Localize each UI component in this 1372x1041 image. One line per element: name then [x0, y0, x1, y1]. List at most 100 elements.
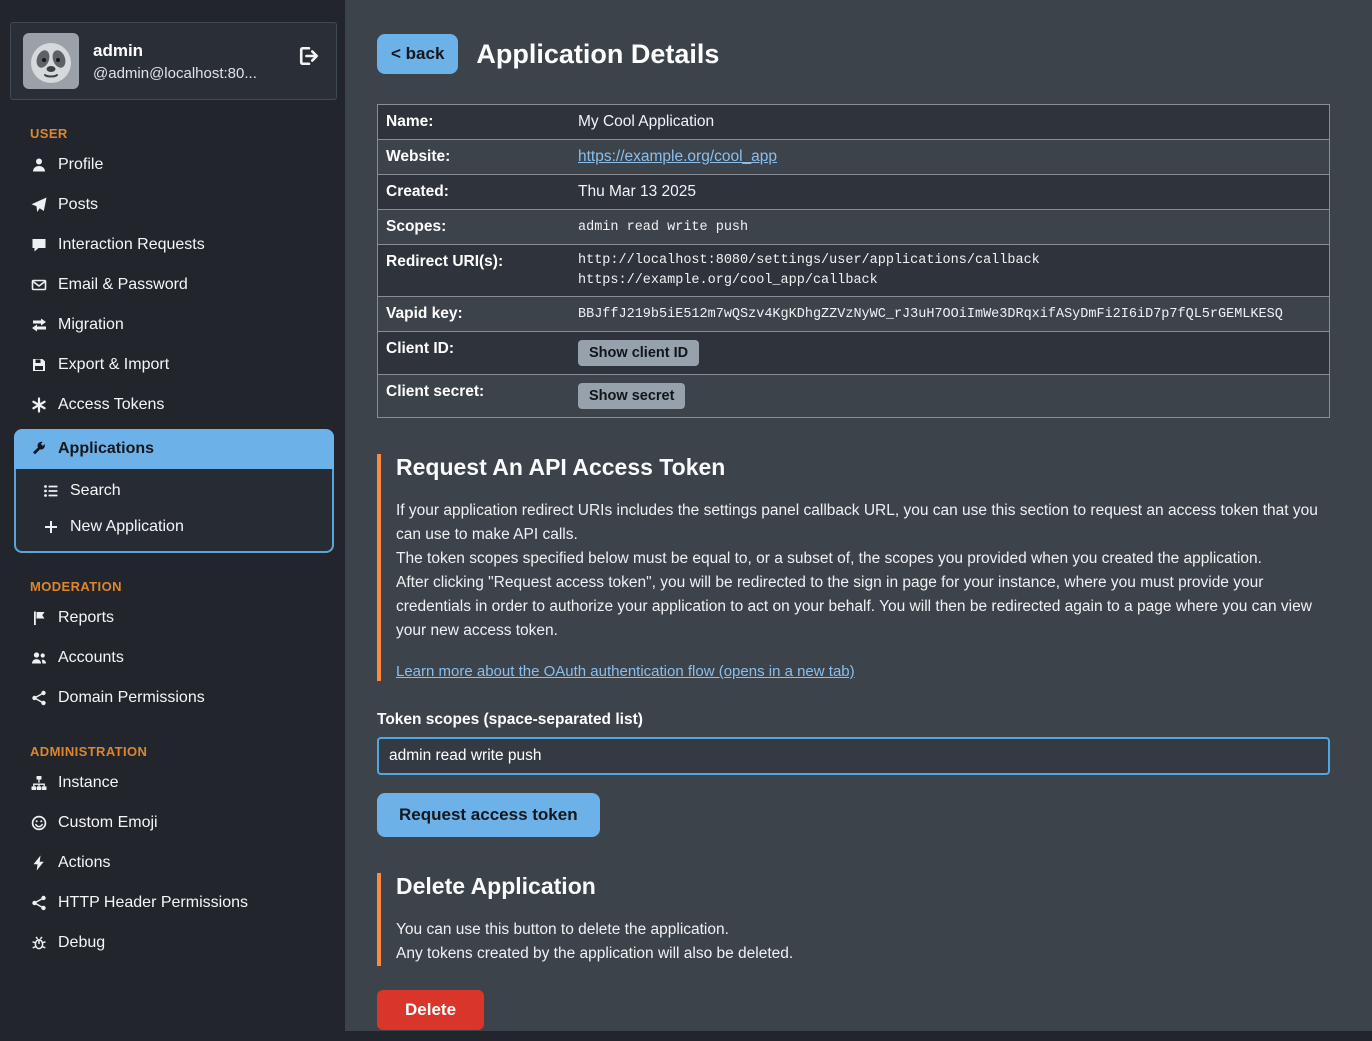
applications-group: Applications Search New Application — [14, 429, 334, 553]
sidebar-item-http-header-permissions[interactable]: HTTP Header Permissions — [0, 883, 345, 923]
sidebar-item-label: Email & Password — [58, 276, 188, 294]
reports-icon — [30, 610, 48, 626]
sidebar-item-custom-emoji[interactable]: Custom Emoji — [0, 803, 345, 843]
token-section-title: Request An API Access Token — [396, 454, 1330, 481]
oauth-docs-link[interactable]: Learn more about the OAuth authenticatio… — [396, 663, 855, 680]
field-label: Website: — [378, 140, 568, 174]
profile-icon — [30, 157, 48, 173]
user-card: admin @admin@localhost:80... — [10, 22, 337, 100]
back-button[interactable]: < back — [377, 34, 458, 74]
sidebar-item-label: Access Tokens — [58, 396, 164, 414]
accounts-icon — [30, 650, 48, 666]
token-section-paragraph: If your application redirect URIs includ… — [396, 499, 1330, 547]
sidebar-item-label: Reports — [58, 609, 114, 627]
field-value: BBJffJ219b5iE512m7wQSzv4KgKDhgZZVzNyWC_r… — [568, 297, 1293, 331]
delete-button[interactable]: Delete — [377, 990, 484, 1030]
sidebar-item-instance[interactable]: Instance — [0, 763, 345, 803]
delete-section-title: Delete Application — [396, 873, 1330, 900]
field-value: Thu Mar 13 2025 — [568, 175, 706, 209]
token-section-paragraph: The token scopes specified below must be… — [396, 547, 1330, 571]
delete-section-line: Any tokens created by the application wi… — [396, 942, 1330, 966]
section-header-moderation: MODERATION — [30, 579, 345, 594]
field-value: My Cool Application — [568, 105, 724, 139]
table-row-website: Website: https://example.org/cool_app — [378, 140, 1329, 175]
field-value: admin read write push — [568, 210, 758, 244]
table-row-vapid-key: Vapid key: BBJffJ219b5iE512m7wQSzv4KgKDh… — [378, 297, 1329, 332]
plus-icon — [42, 519, 60, 535]
custom-emoji-icon — [30, 815, 48, 831]
field-label: Name: — [378, 105, 568, 139]
sidebar-item-applications[interactable]: Applications — [14, 429, 334, 469]
field-label: Client secret: — [378, 375, 568, 417]
sidebar-item-label: Instance — [58, 774, 118, 792]
sidebar-item-email-password[interactable]: Email & Password — [0, 265, 345, 305]
user-name: admin — [93, 41, 257, 61]
sidebar-item-label: Profile — [58, 156, 103, 174]
redirect-uri-1: http://localhost:8080/settings/user/appl… — [578, 253, 1040, 268]
actions-icon — [30, 855, 48, 871]
logout-icon[interactable] — [298, 45, 320, 72]
token-scopes-label: Token scopes (space-separated list) — [377, 711, 1330, 729]
domain-permissions-icon — [30, 690, 48, 706]
instance-icon — [30, 775, 48, 791]
show-secret-button[interactable]: Show secret — [578, 383, 685, 409]
sidebar-item-label: New Application — [70, 518, 184, 536]
sidebar-item-reports[interactable]: Reports — [0, 598, 345, 638]
sidebar-item-label: Accounts — [58, 649, 124, 667]
sidebar-item-label: Migration — [58, 316, 124, 334]
sidebar-item-new-application[interactable]: New Application — [16, 509, 332, 545]
section-header-administration: ADMINISTRATION — [30, 744, 345, 759]
export-import-icon — [30, 357, 48, 373]
page-header: < back Application Details — [377, 34, 1330, 74]
applications-icon — [30, 441, 48, 457]
token-request-section: Request An API Access Token If your appl… — [377, 454, 1330, 681]
sidebar: admin @admin@localhost:80... USER Profil… — [0, 0, 345, 1041]
app-root: admin @admin@localhost:80... USER Profil… — [0, 0, 1372, 1041]
field-value: https://example.org/cool_app — [568, 140, 787, 174]
sidebar-item-label: Posts — [58, 196, 98, 214]
scopes-value: admin read write push — [578, 220, 748, 235]
created-value: Thu Mar 13 2025 — [578, 183, 696, 201]
sidebar-item-profile[interactable]: Profile — [0, 145, 345, 185]
table-row-client-id: Client ID: Show client ID — [378, 332, 1329, 375]
sidebar-item-label: Domain Permissions — [58, 689, 205, 707]
table-row-redirect-uris: Redirect URI(s): http://localhost:8080/s… — [378, 245, 1329, 297]
sidebar-item-actions[interactable]: Actions — [0, 843, 345, 883]
sidebar-item-label: Search — [70, 482, 121, 500]
sidebar-item-posts[interactable]: Posts — [0, 185, 345, 225]
token-section-paragraph: After clicking "Request access token", y… — [396, 571, 1330, 643]
website-link[interactable]: https://example.org/cool_app — [578, 148, 777, 166]
access-tokens-icon — [30, 397, 48, 413]
table-row-created: Created: Thu Mar 13 2025 — [378, 175, 1329, 210]
table-row-name: Name: My Cool Application — [378, 105, 1329, 140]
redirect-uri-2: https://example.org/cool_app/callback — [578, 273, 1040, 288]
sidebar-item-label: Interaction Requests — [58, 236, 205, 254]
sidebar-item-interaction-requests[interactable]: Interaction Requests — [0, 225, 345, 265]
request-access-token-button[interactable]: Request access token — [377, 793, 600, 837]
user-meta: admin @admin@localhost:80... — [93, 41, 257, 82]
search-list-icon — [42, 483, 60, 499]
details-table: Name: My Cool Application Website: https… — [377, 104, 1330, 418]
sidebar-item-label: Actions — [58, 854, 110, 872]
section-header-user: USER — [30, 126, 345, 141]
field-label: Created: — [378, 175, 568, 209]
sidebar-item-applications-search[interactable]: Search — [16, 473, 332, 509]
user-handle: @admin@localhost:80... — [93, 65, 257, 82]
email-password-icon — [30, 277, 48, 293]
field-label: Redirect URI(s): — [378, 245, 568, 296]
sidebar-item-export-import[interactable]: Export & Import — [0, 345, 345, 385]
sidebar-item-debug[interactable]: Debug — [0, 923, 345, 963]
posts-icon — [30, 197, 48, 213]
avatar — [23, 33, 79, 89]
token-scopes-input[interactable] — [377, 737, 1330, 775]
sidebar-item-access-tokens[interactable]: Access Tokens — [0, 385, 345, 425]
sidebar-item-accounts[interactable]: Accounts — [0, 638, 345, 678]
sidebar-item-label: Applications — [58, 440, 154, 458]
show-client-id-button[interactable]: Show client ID — [578, 340, 699, 366]
field-label: Client ID: — [378, 332, 568, 374]
sidebar-item-domain-permissions[interactable]: Domain Permissions — [0, 678, 345, 718]
interaction-requests-icon — [30, 237, 48, 253]
field-value: Show secret — [568, 375, 695, 417]
main-panel: < back Application Details Name: My Cool… — [345, 0, 1372, 1031]
sidebar-item-migration[interactable]: Migration — [0, 305, 345, 345]
